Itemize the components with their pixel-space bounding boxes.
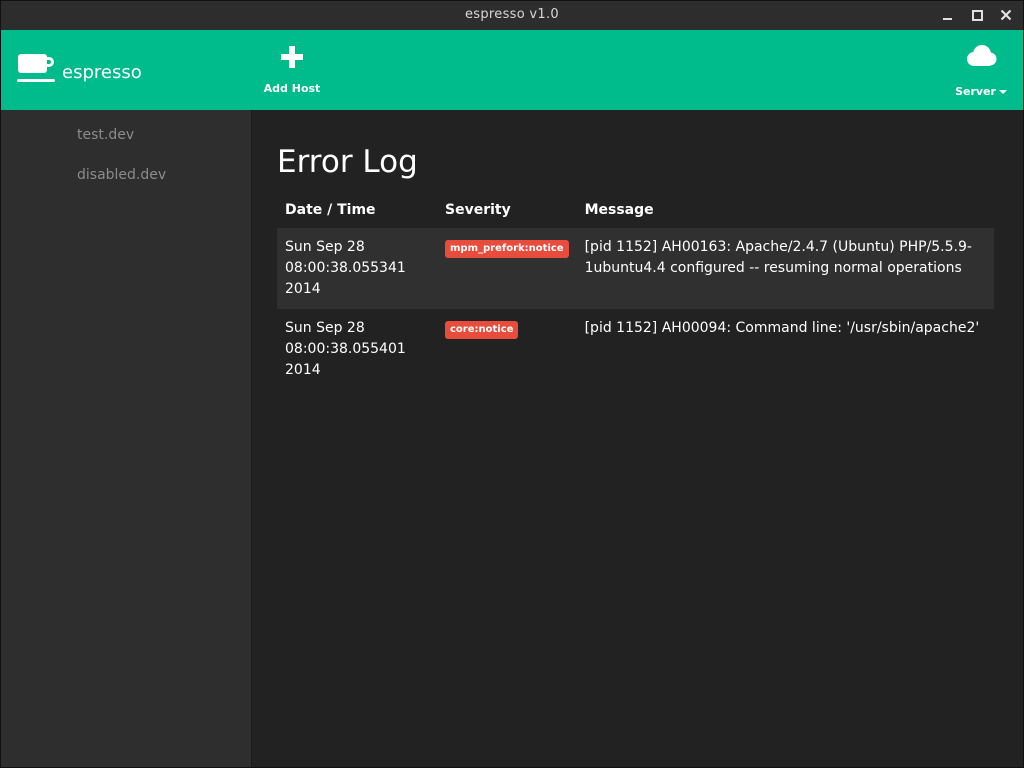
server-label: Server (951, 85, 1011, 98)
close-icon (1000, 9, 1012, 21)
row-severity: mpm_prefork:notice (437, 228, 577, 309)
title-bar[interactable]: espresso v1.0 (1, 1, 1023, 31)
page-title: Error Log (277, 144, 418, 180)
row-severity: core:notice (437, 309, 577, 390)
add-host-button[interactable]: Add Host (259, 42, 325, 98)
brand-name: espresso (62, 61, 142, 83)
row-message: [pid 1152] AH00094: Command line: '/usr/… (584, 320, 980, 336)
brand[interactable]: espresso (17, 52, 142, 88)
sidebar-item-test-dev[interactable]: test.dev (77, 127, 134, 143)
cloud-icon (967, 45, 997, 66)
server-label-text: Server (955, 85, 996, 98)
main-content: Error Log Date / Time Severity Message S… (252, 110, 1023, 767)
plus-icon (281, 46, 303, 68)
table-row: Sun Sep 28 08:00:38.055401 2014 core:not… (277, 309, 994, 390)
chevron-down-icon (998, 90, 1007, 94)
row-date: Sun Sep 28 08:00:38.055401 2014 (285, 320, 406, 378)
table-row: Sun Sep 28 08:00:38.055341 2014 mpm_pref… (277, 228, 994, 309)
sidebar: test.dev disabled.dev (1, 110, 252, 767)
column-header-date: Date / Time (285, 202, 376, 218)
row-date: Sun Sep 28 08:00:38.055341 2014 (277, 228, 437, 309)
app-window: espresso v1.0 espresso Add Host Server t… (0, 0, 1024, 768)
minimize-icon (943, 18, 952, 20)
server-menu-button[interactable]: Server (951, 42, 1011, 98)
minimize-button[interactable] (937, 5, 959, 25)
error-log-table: Date / Time Severity Message Sun Sep 28 … (277, 198, 994, 390)
maximize-button[interactable] (966, 5, 988, 25)
close-button[interactable] (995, 5, 1017, 25)
sidebar-item-disabled-dev[interactable]: disabled.dev (77, 167, 166, 183)
add-host-label: Add Host (263, 82, 321, 95)
column-header-severity: Severity (445, 202, 511, 218)
table-header-row: Date / Time Severity Message (277, 198, 994, 228)
maximize-icon (972, 10, 983, 21)
app-header: espresso Add Host Server (1, 30, 1023, 110)
column-header-message: Message (584, 202, 654, 218)
coffee-cup-icon (17, 54, 55, 82)
severity-badge: mpm_prefork:notice (445, 240, 569, 258)
row-message: [pid 1152] AH00163: Apache/2.4.7 (Ubuntu… (576, 228, 994, 309)
severity-badge: core:notice (445, 321, 519, 339)
window-title: espresso v1.0 (465, 7, 559, 22)
